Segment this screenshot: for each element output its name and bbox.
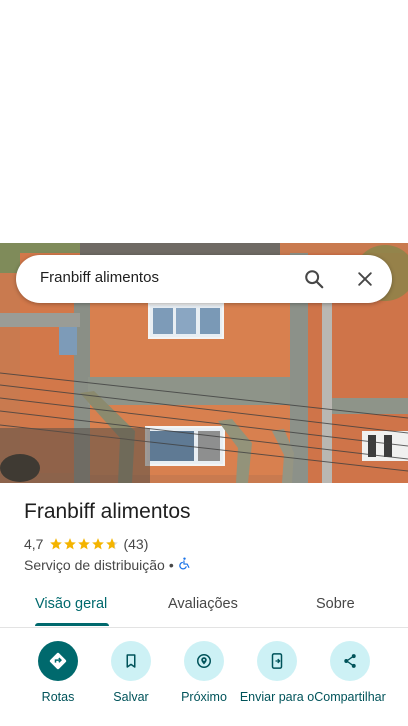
half-star-icon [106, 538, 119, 550]
tab-about[interactable]: Sobre [316, 596, 355, 612]
search-input[interactable]: Franbiff alimentos [40, 269, 159, 286]
action-bar: Rotas Salvar Próximo Enviar para o Compa… [0, 641, 408, 726]
share-icon [330, 641, 370, 681]
rating-value: 4,7 [24, 536, 44, 552]
review-count[interactable]: (43) [123, 536, 148, 552]
separator: • [168, 556, 174, 573]
star-icon [64, 538, 77, 550]
send-to-phone-icon [257, 641, 297, 681]
send-to-phone-label: Enviar para o [239, 690, 315, 704]
tab-overview[interactable]: Visão geral [35, 596, 107, 612]
nearby-icon [184, 641, 224, 681]
star-rating [49, 537, 119, 551]
send-to-phone-button[interactable]: Enviar para o [239, 641, 315, 705]
share-button[interactable]: Compartilhar [312, 641, 388, 705]
tab-reviews[interactable]: Avaliações [168, 596, 238, 612]
category-row: Serviço de distribuição • [24, 556, 191, 573]
share-label: Compartilhar [314, 690, 386, 704]
nearby-button[interactable]: Próximo [166, 641, 242, 705]
save-button[interactable]: Salvar [93, 641, 169, 705]
star-icon [78, 538, 91, 550]
star-icon [50, 538, 63, 550]
save-label: Salvar [113, 690, 149, 704]
nearby-label: Próximo [181, 690, 227, 704]
search-bar[interactable]: Franbiff alimentos [16, 255, 392, 303]
directions-button[interactable]: Rotas [20, 641, 96, 705]
active-tab-indicator [35, 623, 109, 626]
rating-row[interactable]: 4,7 (43) [24, 535, 148, 553]
place-title: Franbiff alimentos [24, 500, 191, 523]
directions-label: Rotas [41, 690, 75, 704]
close-icon[interactable] [351, 265, 379, 293]
wheelchair-accessible-icon [178, 556, 191, 573]
directions-icon [38, 641, 78, 681]
search-icon[interactable] [300, 265, 328, 293]
star-icon [92, 538, 105, 550]
bookmark-icon [111, 641, 151, 681]
tab-bar: Visão geral Avaliações Sobre [0, 585, 408, 628]
place-category: Serviço de distribuição [24, 556, 165, 573]
